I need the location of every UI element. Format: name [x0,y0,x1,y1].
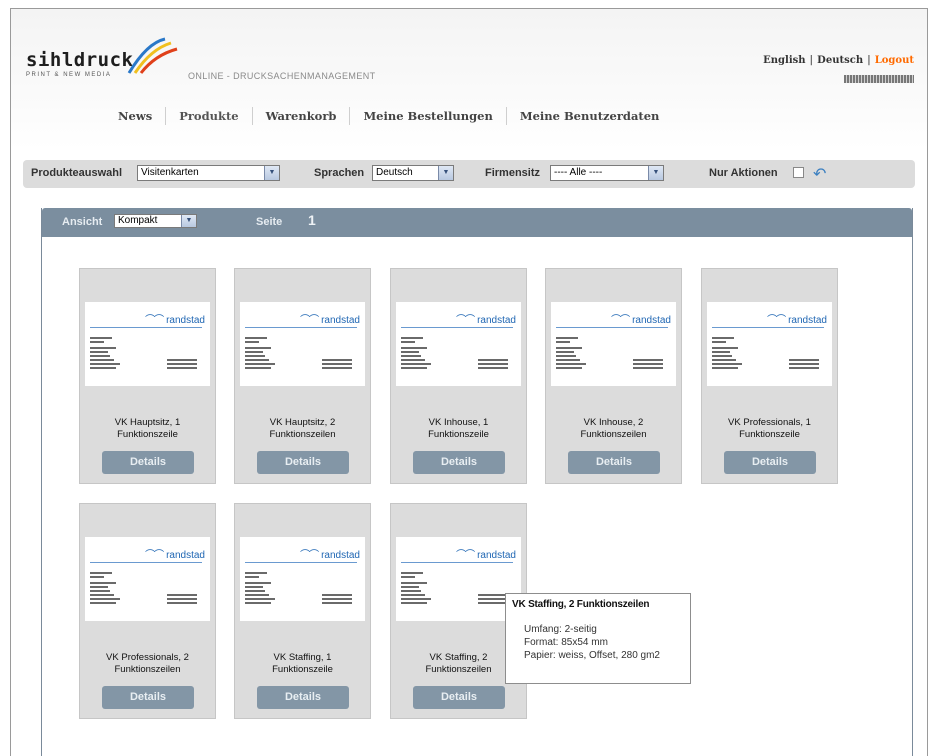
details-button[interactable]: Details [257,451,349,474]
details-button[interactable]: Details [102,451,194,474]
ansicht-label: Ansicht [62,216,103,228]
product-thumbnail: ⌒⌒ randstad [396,302,521,386]
tagline: ONLINE - DRUCKSACHENMANAGEMENT [188,71,376,81]
filter-bar: Produkteauswahl Visitenkarten ▼ Sprachen… [23,160,915,188]
randstad-logo: ⌒⌒ randstad [300,550,360,561]
ansicht-value: Kompakt [118,215,158,226]
product-card[interactable]: ⌒⌒ randstad VK Professionals, 1 Funktionsz… [701,268,838,484]
nav-news[interactable]: News [105,107,165,125]
details-button[interactable]: Details [257,686,349,709]
details-button[interactable]: Details [568,451,660,474]
product-card[interactable]: ⌒⌒ randstad VK Professionals, 2 Funktionsz… [79,503,216,719]
logout-link[interactable]: Logout [875,55,914,66]
product-card[interactable]: ⌒⌒ randstad VK Inhouse, 1 Funktionszeile D… [390,268,527,484]
product-tooltip: VK Staffing, 2 Funktionszeilen Umfang: 2… [505,593,691,684]
nav-meine-benutzerdaten[interactable]: Meine Benutzerdaten [505,107,673,125]
product-title: VK Inhouse, 1 Funktionszeile [428,417,489,440]
logo-name: sihldruck [26,49,134,71]
product-card[interactable]: ⌒⌒ randstad VK Inhouse, 2 Funktionszeilen … [545,268,682,484]
details-button[interactable]: Details [413,686,505,709]
sprachen-value: Deutsch [376,167,413,178]
chevron-down-icon: ▼ [264,166,279,180]
produktauswahl-value: Visitenkarten [141,167,199,178]
user-name-badge [844,75,914,83]
refresh-icon[interactable]: ↶ [813,164,826,184]
product-title: VK Professionals, 1 Funktionszeile [728,417,811,440]
details-button[interactable]: Details [724,451,816,474]
randstad-logo: ⌒⌒ randstad [456,550,516,561]
sprachen-label: Sprachen [314,167,365,179]
firmensitz-label: Firmensitz [485,167,541,179]
product-title: VK Inhouse, 2 Funktionszeilen [580,417,647,440]
randstad-logo: ⌒⌒ randstad [456,315,516,326]
product-title: VK Hauptsitz, 1 Funktionszeile [114,417,181,440]
nur-aktionen-checkbox[interactable] [793,167,804,178]
sprachen-select[interactable]: Deutsch ▼ [372,165,454,181]
randstad-logo: ⌒⌒ randstad [611,315,671,326]
randstad-logo: ⌒⌒ randstad [300,315,360,326]
chevron-down-icon: ▼ [648,166,663,180]
main-nav: News Produkte Warenkorb Meine Bestellung… [105,107,672,125]
product-title: VK Staffing, 1 Funktionszeile [272,652,333,675]
nav-meine-bestellungen[interactable]: Meine Bestellungen [349,107,505,125]
language-links: English | Deutsch | Logout [763,55,914,66]
product-title: VK Professionals, 2 Funktionszeilen [106,652,189,675]
panel-header: Ansicht Kompakt ▼ Seite 1 [42,208,912,237]
tooltip-papier: Papier: weiss, Offset, 280 gm2 [524,650,660,661]
nav-produkte[interactable]: Produkte [165,107,251,125]
product-thumbnail: ⌒⌒ randstad [240,537,365,621]
logo-swoosh-icon [127,37,178,74]
header [11,9,927,149]
product-thumbnail: ⌒⌒ randstad [707,302,832,386]
randstad-logo: ⌒⌒ randstad [767,315,827,326]
seite-label: Seite [256,216,283,228]
tooltip-format: Format: 85x54 mm [524,637,608,648]
randstad-logo: ⌒⌒ randstad [145,315,205,326]
lang-deutsch-link[interactable]: Deutsch [817,55,863,66]
product-card[interactable]: ⌒⌒ randstad VK Staffing, 1 Funktionszeile … [234,503,371,719]
details-button[interactable]: Details [413,451,505,474]
firmensitz-select[interactable]: ---- Alle ---- ▼ [550,165,664,181]
randstad-logo: ⌒⌒ randstad [145,550,205,561]
product-title: VK Hauptsitz, 2 Funktionszeilen [269,417,336,440]
nur-aktionen-label: Nur Aktionen [709,167,778,179]
chevron-down-icon: ▼ [181,215,196,227]
lang-english-link[interactable]: English [763,55,805,66]
details-button[interactable]: Details [102,686,194,709]
browser-frame: sihldruck PRINT & NEW MEDIA ONLINE - DRU… [10,8,928,756]
product-thumbnail: ⌒⌒ randstad [551,302,676,386]
produktauswahl-select[interactable]: Visitenkarten ▼ [137,165,280,181]
product-card[interactable]: ⌒⌒ randstad VK Hauptsitz, 2 Funktionszeile… [234,268,371,484]
firmensitz-value: ---- Alle ---- [554,167,603,178]
ansicht-select[interactable]: Kompakt ▼ [114,214,197,228]
nav-warenkorb[interactable]: Warenkorb [251,107,350,125]
produktauswahl-label: Produkteauswahl [31,167,123,179]
products-panel: Ansicht Kompakt ▼ Seite 1 ⌒⌒ randstad VK… [41,208,913,756]
sihldruck-logo[interactable]: sihldruck PRINT & NEW MEDIA [26,37,178,78]
tooltip-umfang: Umfang: 2-seitig [524,624,597,635]
tooltip-title: VK Staffing, 2 Funktionszeilen [512,599,650,610]
product-card[interactable]: ⌒⌒ randstad VK Hauptsitz, 1 Funktionszeile… [79,268,216,484]
logo-subtitle: PRINT & NEW MEDIA [26,72,112,78]
page-number: 1 [308,212,316,228]
product-thumbnail: ⌒⌒ randstad [85,302,210,386]
product-thumbnail: ⌒⌒ randstad [85,537,210,621]
chevron-down-icon: ▼ [438,166,453,180]
product-thumbnail: ⌒⌒ randstad [240,302,365,386]
product-thumbnail: ⌒⌒ randstad [396,537,521,621]
